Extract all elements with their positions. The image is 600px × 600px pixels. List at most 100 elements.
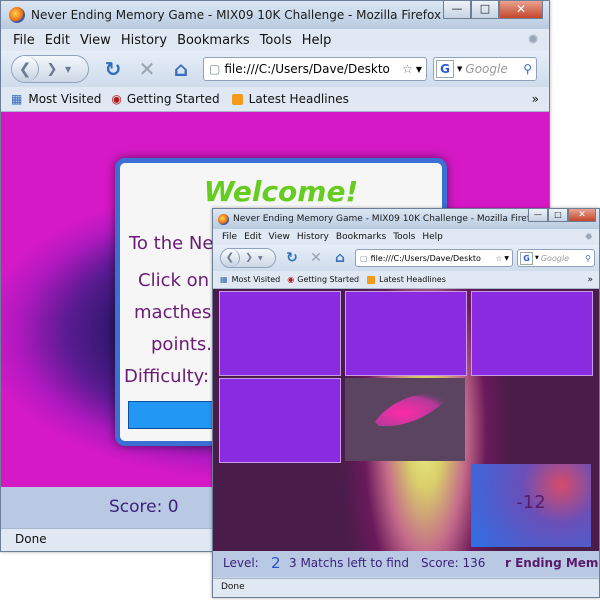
forward-button[interactable]: ❯ [39, 62, 65, 77]
bookmark-most-visited[interactable]: Most Visited [232, 275, 281, 284]
search-box[interactable]: G ▼ Google ⚲ [433, 57, 537, 81]
memory-tile[interactable] [345, 291, 467, 376]
search-engine-dropdown[interactable]: ▼ [457, 65, 462, 73]
throbber-icon: ✹ [584, 231, 593, 243]
search-engine-dropdown[interactable]: ▼ [535, 255, 539, 261]
memory-tile-revealed[interactable] [345, 378, 465, 461]
menu-edit[interactable]: Edit [244, 232, 261, 242]
history-dropdown[interactable]: ▼ [258, 255, 263, 262]
search-placeholder: Google [540, 253, 570, 263]
difficulty-label: Difficulty: [124, 366, 210, 387]
url-dropdown[interactable]: ▼ [504, 255, 509, 262]
status-text: Done [221, 582, 245, 592]
memory-tile[interactable] [219, 378, 341, 463]
menu-help[interactable]: Help [302, 33, 332, 48]
menu-history[interactable]: History [297, 232, 329, 242]
menu-tools[interactable]: Tools [393, 232, 415, 242]
menu-tools[interactable]: Tools [260, 33, 292, 48]
forward-button[interactable]: ❯ [240, 253, 258, 263]
window-title: Never Ending Memory Game - MIX09 10K Cha… [233, 214, 541, 224]
bookmark-getting-started[interactable]: Getting Started [127, 92, 220, 106]
back-forward-group: ❮ ❯ ▼ [220, 248, 276, 268]
back-button[interactable]: ❮ [12, 56, 39, 82]
bookmark-star-icon[interactable]: ☆ [495, 254, 502, 263]
minimize-button[interactable]: — [443, 1, 471, 19]
bookmark-latest-headlines[interactable]: Latest Headlines [379, 275, 446, 284]
minimize-button[interactable]: — [528, 209, 548, 222]
matches-left-text: 3 Matchs left to find [289, 556, 410, 570]
address-bar[interactable]: ▢ file:///C:/Users/Dave/Deskto ☆ ▼ [355, 249, 513, 267]
throbber-icon: ✹ [527, 32, 539, 48]
most-visited-icon: ▦ [220, 275, 228, 284]
bookmark-latest-headlines[interactable]: Latest Headlines [249, 92, 349, 106]
firefox-logo-icon [218, 213, 229, 225]
firefox-logo-icon [9, 7, 25, 23]
welcome-heading: Welcome! [203, 175, 359, 208]
status-text: Done [15, 532, 47, 546]
back-button[interactable]: ❮ [221, 249, 240, 267]
score-text: Score: 136 [421, 556, 486, 570]
bookmark-most-visited[interactable]: Most Visited [28, 92, 101, 106]
search-box[interactable]: G ▼ Google ⚲ [517, 249, 595, 267]
welcome-text-line1: To the Nev [129, 233, 225, 254]
window-controls: — □ ✕ [528, 209, 596, 222]
menu-file[interactable]: File [13, 33, 35, 48]
most-visited-icon: ▦ [11, 92, 23, 106]
menu-view[interactable]: View [269, 232, 290, 242]
memory-tile[interactable] [219, 291, 341, 376]
window-controls: — □ ✕ [443, 1, 543, 19]
game-board: -12 [213, 289, 599, 551]
stop-icon[interactable]: ✕ [309, 250, 323, 266]
search-placeholder: Google [465, 62, 508, 76]
reload-icon[interactable]: ↻ [103, 57, 123, 81]
menu-view[interactable]: View [80, 33, 111, 48]
bookmarks-toolbar: ▦ Most Visited ◉ Getting Started Latest … [1, 87, 549, 112]
search-icon[interactable]: ⚲ [523, 62, 532, 76]
google-engine-icon[interactable]: G [520, 251, 533, 265]
game-footer: Level: 2 3 Matchs left to find Score: 13… [213, 551, 599, 577]
reload-icon[interactable]: ↻ [285, 250, 299, 266]
getting-started-icon: ◉ [111, 92, 122, 106]
bookmark-star-icon[interactable]: ☆ [402, 62, 413, 76]
maximize-button[interactable]: □ [548, 209, 568, 222]
bookmark-getting-started[interactable]: Getting Started [297, 275, 359, 284]
menu-bookmarks[interactable]: Bookmarks [336, 232, 386, 242]
home-icon[interactable]: ⌂ [333, 250, 347, 266]
stop-icon[interactable]: ✕ [137, 57, 157, 81]
google-engine-icon[interactable]: G [436, 60, 454, 78]
back-forward-group: ❮ ❯ ▼ [11, 55, 89, 83]
bookmarks-toolbar: ▦ Most Visited ◉ Getting Started Latest … [213, 271, 599, 289]
address-bar[interactable]: ▢ file:///C:/Users/Dave/Deskto ☆ ▼ [203, 57, 427, 81]
close-button[interactable]: ✕ [499, 1, 543, 19]
menu-bookmarks[interactable]: Bookmarks [177, 33, 250, 48]
menu-edit[interactable]: Edit [45, 33, 70, 48]
menu-history[interactable]: History [121, 33, 167, 48]
rss-icon [367, 275, 376, 284]
maximize-button[interactable]: □ [471, 1, 499, 19]
bookmarks-overflow-icon[interactable]: » [532, 92, 539, 106]
browser-window-front: Never Ending Memory Game - MIX09 10K Cha… [212, 208, 600, 598]
close-button[interactable]: ✕ [568, 209, 596, 222]
page-icon: ▢ [360, 253, 368, 263]
bookmarks-overflow-icon[interactable]: » [587, 275, 593, 285]
url-text: file:///C:/Users/Dave/Deskto [224, 62, 390, 76]
menu-file[interactable]: File [222, 232, 237, 242]
home-icon[interactable]: ⌂ [171, 57, 191, 81]
welcome-text-line4: points. [151, 334, 213, 355]
tile-penalty-value: -12 [516, 492, 546, 513]
menu-bar: File Edit View History Bookmarks Tools H… [213, 229, 599, 245]
menu-help[interactable]: Help [422, 232, 443, 242]
scrolling-title-text: r Ending Memo [505, 556, 599, 570]
rss-icon [231, 93, 243, 105]
memory-tile[interactable] [471, 291, 593, 376]
getting-started-icon: ◉ [287, 275, 295, 284]
url-dropdown[interactable]: ▼ [416, 65, 422, 74]
memory-tile-penalty[interactable]: -12 [471, 464, 591, 547]
level-value: 2 [271, 554, 281, 572]
history-dropdown[interactable]: ▼ [65, 65, 71, 74]
search-icon[interactable]: ⚲ [585, 254, 591, 263]
page-icon: ▢ [209, 62, 221, 76]
url-text: file:///C:/Users/Dave/Deskto [370, 253, 481, 263]
status-bar: Done [213, 578, 599, 597]
window-title: Never Ending Memory Game - MIX09 10K Cha… [31, 8, 442, 22]
